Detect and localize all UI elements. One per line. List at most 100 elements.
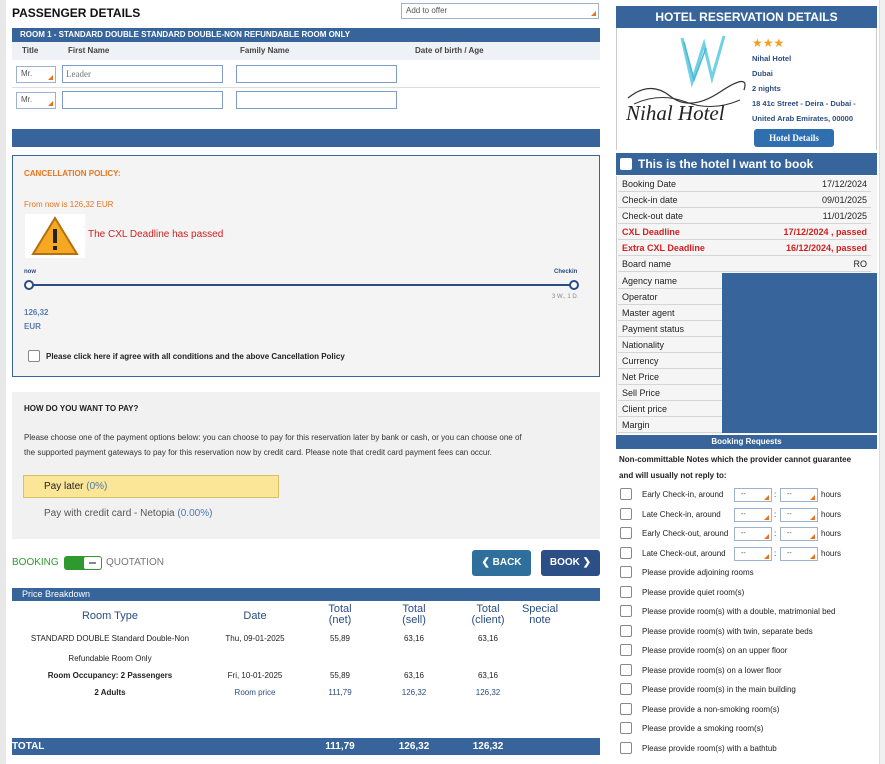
mode-toggle[interactable] [64, 556, 102, 570]
col-client: Total (client) [471, 603, 505, 626]
hour-select[interactable]: -- [734, 546, 772, 561]
hour-select[interactable]: -- [734, 507, 772, 522]
payment-desc-1: Please choose one of the payment options… [24, 433, 522, 442]
add-to-offer-select[interactable]: Add to offer [401, 3, 599, 19]
hotel-name: Nihal Hotel [752, 54, 792, 63]
requests-note-2: and will usually not reply to: [619, 471, 727, 480]
col-first-name: First Name [68, 46, 110, 55]
label-master-agent: Master agent [618, 305, 722, 321]
cancellation-currency: EUR [24, 322, 41, 331]
hotel-address-1: 18 41c Street - Deira - Dubai - [752, 99, 856, 108]
minute-select[interactable]: -- [780, 527, 818, 541]
minute-select[interactable]: -- [780, 507, 818, 522]
agree-text: Please click here if agree with all cond… [46, 352, 345, 361]
pay-card-pct: (0.00%) [177, 508, 213, 519]
total-bar: TOTAL 111,79 126,32 126,32 [12, 738, 600, 755]
request-late-checkin: Late Check-in, around --: -- hours [618, 505, 871, 525]
title-select-2[interactable]: Mr. [16, 92, 56, 109]
payment-heading: HOW DO YOU WANT TO PAY? [24, 404, 139, 413]
request-adjoining: Please provide adjoining rooms [618, 563, 871, 583]
request-checkbox[interactable] [620, 527, 632, 539]
col-room-type: Room Type [81, 610, 139, 622]
hour-select[interactable]: -- [734, 527, 772, 541]
warning-icon-box [25, 214, 85, 258]
request-checkbox[interactable] [620, 722, 632, 734]
label-currency: Currency [618, 353, 722, 369]
request-main-building: Please provide room(s) in the main build… [618, 680, 871, 700]
line2-room: Room Occupancy: 2 Passengers [47, 671, 173, 680]
page-scrollbar[interactable] [879, 0, 885, 764]
room-header: ROOM 1 - STANDARD DOUBLE STANDARD DOUBLE… [12, 28, 600, 42]
total-sell: 126,32 [398, 741, 430, 752]
dropdown-arrow-icon [48, 101, 53, 106]
hotel-logo-text: Nihal Hotel [626, 101, 725, 125]
col-special-note: Special note [521, 603, 559, 626]
timeline-line [30, 284, 574, 286]
request-checkbox[interactable] [620, 741, 632, 754]
request-checkbox[interactable] [620, 644, 632, 656]
cancellation-panel [12, 155, 600, 377]
hour-select[interactable]: -- [734, 488, 772, 502]
request-checkbox[interactable] [620, 507, 632, 520]
line1-room-2: Refundable Room Only [68, 654, 152, 663]
pay-later-option[interactable]: Pay later (0%) [23, 475, 279, 498]
cancellation-heading: CANCELLATION POLICY: [24, 169, 121, 178]
hotel-address-2: United Arab Emirates, 00000 [752, 114, 854, 123]
request-checkbox[interactable] [620, 546, 632, 559]
request-checkbox[interactable] [620, 702, 632, 715]
passenger-columns: Title First Name Family Name Date of bir… [12, 42, 600, 60]
line2-date: Fri, 10-01-2025 [227, 671, 283, 680]
label-nationality: Nationality [618, 337, 722, 353]
family-name-input-1[interactable] [236, 65, 397, 83]
line1-date: Thu, 09-01-2025 [225, 634, 285, 643]
dropdown-arrow-icon [48, 75, 53, 80]
request-checkbox[interactable] [620, 624, 632, 637]
label-agency-name: Agency name [618, 273, 722, 289]
request-bathtub: Please provide room(s) with a bathtub [618, 739, 871, 759]
quotation-mode-label: QUOTATION [106, 557, 164, 568]
minute-select[interactable]: -- [780, 488, 818, 502]
want-to-book-checkbox[interactable] [620, 158, 632, 170]
first-name-input-2[interactable] [62, 91, 223, 109]
hotel-details-button[interactable]: Hotel Details [754, 129, 834, 147]
pay-later-pct: (0%) [86, 481, 108, 492]
request-checkbox[interactable] [620, 566, 632, 578]
timeline-checkin-label: Checkin [554, 269, 578, 275]
book-button[interactable]: BOOK ❯ [541, 550, 600, 576]
label-client-price: Client price [618, 401, 722, 417]
request-upper-floor: Please provide room(s) on an upper floor [618, 641, 871, 661]
back-button[interactable]: ❮ BACK [472, 550, 531, 576]
booking-mode-label: BOOKING [12, 557, 59, 568]
request-non-smoking: Please provide a non-smoking room(s) [618, 700, 871, 720]
booking-requests-header: Booking Requests [616, 435, 877, 449]
request-checkbox[interactable] [620, 585, 632, 598]
total-net: 111,79 [325, 741, 355, 752]
row-booking-date: Booking Date 17/12/2024 [618, 176, 871, 192]
payment-desc-2: the supported payment gateways to pay fo… [24, 448, 492, 457]
first-name-input-1[interactable] [62, 65, 223, 83]
line2-sell: 63,16 [403, 671, 425, 680]
request-smoking: Please provide a smoking room(s) [618, 719, 871, 739]
hotel-nights: 2 nights [752, 84, 781, 93]
price-breakdown-title: Price Breakdown [12, 588, 600, 601]
pay-card-option[interactable]: Pay with credit card - Netopia (0.00%) [44, 508, 212, 519]
pay-card-label: Pay with credit card - Netopia [44, 508, 175, 519]
col-family-name: Family Name [240, 46, 290, 55]
total-client: 126,32 [472, 741, 504, 752]
line1-sell: 63,16 [403, 634, 425, 643]
family-name-input-2[interactable] [236, 91, 397, 109]
line2-client: 63,16 [477, 671, 499, 680]
request-checkbox[interactable] [620, 663, 632, 676]
line1-room: STANDARD DOUBLE Standard Double-Non [30, 634, 190, 643]
agree-checkbox[interactable] [28, 350, 40, 362]
minute-select[interactable]: -- [780, 546, 818, 561]
toggle-knob [84, 557, 101, 569]
request-checkbox[interactable] [620, 605, 632, 617]
line3-sell: 126,32 [401, 688, 427, 697]
request-quiet: Please provide quiet room(s) [618, 583, 871, 603]
line3-room: 2 Adults [94, 688, 126, 697]
request-checkbox[interactable] [620, 488, 632, 500]
title-select-1[interactable]: Mr. [16, 66, 56, 83]
request-checkbox[interactable] [620, 683, 632, 695]
row-checkout-date: Check-out date 11/01/2025 [618, 208, 871, 224]
